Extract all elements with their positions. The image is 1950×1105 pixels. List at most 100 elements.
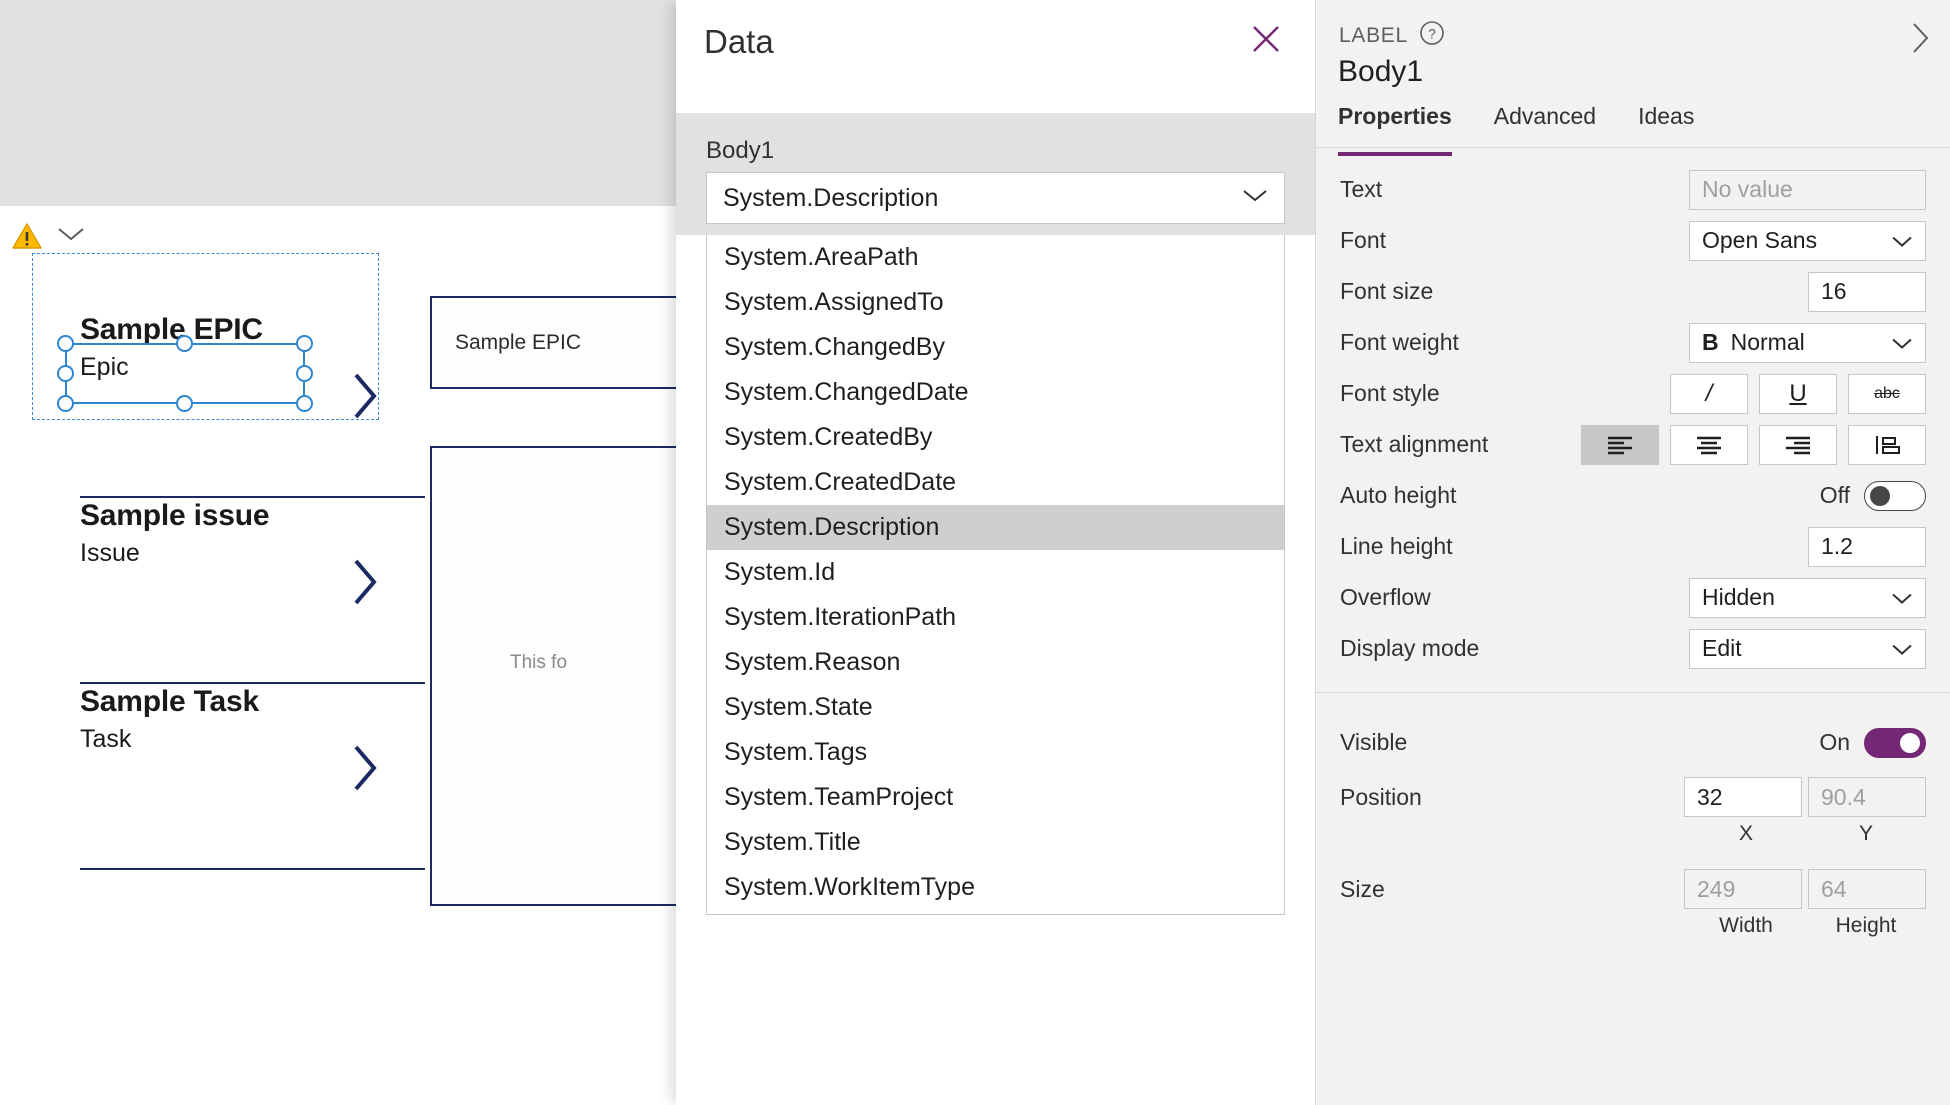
visible-toggle[interactable] xyxy=(1864,727,1926,758)
option-item-selected[interactable]: System.Description xyxy=(707,505,1284,550)
line-height-value: 1.2 xyxy=(1821,533,1853,559)
label-auto-height: Auto height xyxy=(1340,482,1457,508)
option-item[interactable]: System.ChangedDate xyxy=(707,370,1284,415)
option-item[interactable]: System.WorkItemType xyxy=(707,865,1284,910)
font-weight-select[interactable]: B Normal xyxy=(1689,322,1926,363)
control-type-row: LABEL ? xyxy=(1339,20,1445,51)
gallery-item-title: Sample issue xyxy=(80,499,270,532)
row-size: Size 249 64 xyxy=(1316,860,1950,918)
option-item[interactable]: System.CreatedDate xyxy=(707,460,1284,505)
font-size-value: 16 xyxy=(1821,278,1847,304)
expand-panel-icon[interactable] xyxy=(1906,18,1934,63)
resize-handle-bottom-right[interactable] xyxy=(296,395,313,412)
option-item[interactable]: System.Id xyxy=(707,550,1284,595)
label-line-height: Line height xyxy=(1340,533,1453,559)
data-field-option-list[interactable]: System.AreaPath System.AssignedTo System… xyxy=(706,235,1285,915)
resize-handle-top-center[interactable] xyxy=(176,335,193,352)
resize-handle-bottom-center[interactable] xyxy=(176,395,193,412)
auto-height-state: Off xyxy=(1819,482,1850,508)
italic-icon[interactable]: / xyxy=(1670,373,1748,414)
data-panel-header: Data xyxy=(676,0,1315,113)
app-window: Sample EPIC Epic Sample issue Issue Samp… xyxy=(0,0,1950,1105)
size-height-input[interactable]: 64 xyxy=(1808,869,1926,909)
option-item[interactable]: System.State xyxy=(707,685,1284,730)
tab-ideas[interactable]: Ideas xyxy=(1638,103,1694,147)
position-x-input[interactable]: 32 xyxy=(1684,777,1802,817)
position-y-input[interactable]: 90.4 xyxy=(1808,777,1926,817)
toggle-knob xyxy=(1900,732,1920,753)
align-justify-icon[interactable] xyxy=(1848,424,1926,465)
option-item[interactable]: System.CreatedBy xyxy=(707,415,1284,460)
underline-icon[interactable]: U xyxy=(1759,373,1837,414)
label-display-mode: Display mode xyxy=(1340,635,1480,661)
position-y-value: 90.4 xyxy=(1821,783,1866,810)
resize-handle-middle-left[interactable] xyxy=(57,365,74,382)
chevron-down-icon[interactable] xyxy=(1242,188,1268,208)
gallery-item[interactable]: Sample Task Task xyxy=(40,684,470,868)
gallery-item[interactable]: Sample issue Issue xyxy=(40,498,470,682)
font-weight-value: Normal xyxy=(1730,329,1805,355)
option-item[interactable]: System.IterationPath xyxy=(707,595,1284,640)
size-width-input[interactable]: 249 xyxy=(1684,869,1802,909)
row-auto-height: Auto height Off xyxy=(1316,470,1950,521)
option-item[interactable]: System.AreaPath xyxy=(707,235,1284,280)
gallery-item-title: Sample Task xyxy=(80,685,260,718)
chevron-down-icon xyxy=(1891,227,1913,254)
option-item[interactable]: System.ChangedBy xyxy=(707,325,1284,370)
row-display-mode: Display mode Edit xyxy=(1316,623,1950,674)
chevron-right-icon[interactable] xyxy=(350,742,380,799)
toggle-knob xyxy=(1870,485,1890,506)
resize-handle-top-left[interactable] xyxy=(57,335,74,352)
display-mode-select[interactable]: Edit xyxy=(1689,628,1926,669)
data-field-combobox[interactable]: System.Description xyxy=(706,172,1285,224)
resize-handle-bottom-left[interactable] xyxy=(57,395,74,412)
align-center-icon[interactable] xyxy=(1670,424,1748,465)
close-icon[interactable] xyxy=(1239,12,1293,66)
position-x-value: 32 xyxy=(1697,783,1723,810)
option-item[interactable]: System.Title xyxy=(707,820,1284,865)
align-right-icon[interactable] xyxy=(1759,424,1837,465)
tab-properties[interactable]: Properties xyxy=(1338,103,1452,156)
size-axis-labels: Width Height xyxy=(1316,914,1950,938)
align-left-icon[interactable] xyxy=(1581,424,1659,465)
label-font-size: Font size xyxy=(1340,278,1434,304)
auto-height-toggle[interactable] xyxy=(1864,480,1926,511)
label-size: Size xyxy=(1340,875,1385,902)
font-size-input[interactable]: 16 xyxy=(1808,271,1926,312)
detail-form-preview: Sample EPIC This fo xyxy=(430,296,680,906)
label-text-alignment: Text alignment xyxy=(1340,431,1489,457)
overflow-select[interactable]: Hidden xyxy=(1689,577,1926,618)
help-circle-icon[interactable]: ? xyxy=(1419,20,1445,51)
overflow-value: Hidden xyxy=(1702,584,1775,610)
row-text: Text No value xyxy=(1316,164,1950,215)
selected-control-name: Body1 xyxy=(1338,55,1424,88)
line-height-input[interactable]: 1.2 xyxy=(1808,526,1926,567)
label-text: Text xyxy=(1340,176,1383,202)
chevron-right-icon[interactable] xyxy=(350,556,380,613)
form-body-field[interactable]: This fo xyxy=(430,446,680,906)
tab-advanced[interactable]: Advanced xyxy=(1494,103,1596,147)
resize-handle-middle-right[interactable] xyxy=(296,365,313,382)
option-item[interactable]: System.Reason xyxy=(707,640,1284,685)
data-field-selected-value: System.Description xyxy=(723,183,939,212)
form-body-hint: This fo xyxy=(510,652,568,673)
position-y-label: Y xyxy=(1858,822,1873,845)
row-overflow: Overflow Hidden xyxy=(1316,572,1950,623)
option-item[interactable]: System.TeamProject xyxy=(707,775,1284,820)
display-mode-value: Edit xyxy=(1702,635,1742,661)
font-select[interactable]: Open Sans xyxy=(1689,220,1926,261)
strikethrough-icon[interactable]: abc xyxy=(1848,373,1926,414)
chevron-down-icon[interactable] xyxy=(56,225,86,248)
resize-handle-top-right[interactable] xyxy=(296,335,313,352)
underline-glyph: U xyxy=(1789,379,1807,407)
text-input[interactable]: No value xyxy=(1689,169,1926,210)
properties-panel-header: LABEL ? Body1 xyxy=(1316,0,1950,103)
label-font-weight: Font weight xyxy=(1340,329,1459,355)
warning-triangle-icon[interactable] xyxy=(12,222,42,250)
chevron-down-icon xyxy=(1891,635,1913,662)
option-item[interactable]: System.AssignedTo xyxy=(707,280,1284,325)
properties-tabs[interactable]: Properties Advanced Ideas xyxy=(1316,103,1950,156)
form-title-field[interactable]: Sample EPIC xyxy=(430,296,680,389)
row-font: Font Open Sans xyxy=(1316,215,1950,266)
option-item[interactable]: System.Tags xyxy=(707,730,1284,775)
